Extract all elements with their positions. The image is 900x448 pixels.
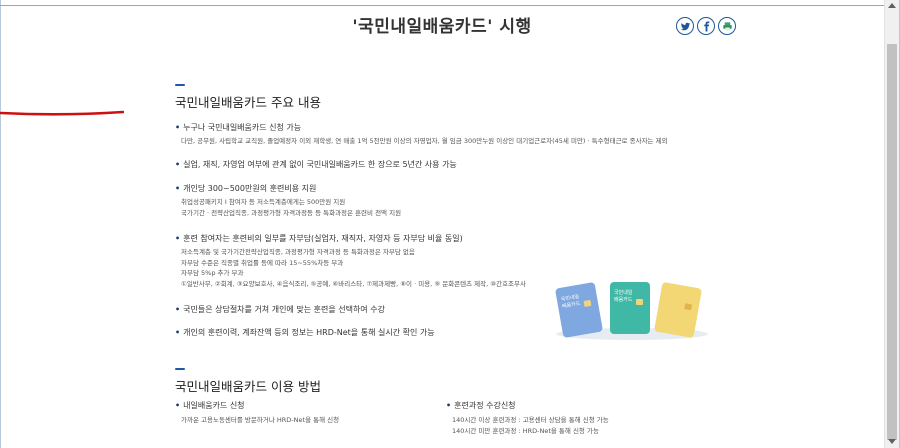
twitter-icon[interactable]: [676, 17, 694, 35]
item-head: 개인의 훈련이력, 계좌잔액 등의 정보는 HRD-Net을 통해 실시간 확인…: [175, 327, 434, 338]
card-yellow: [654, 282, 702, 338]
card-teal: 국민내일 배움카드: [610, 282, 650, 334]
item-sub: 140시간 이상 훈련과정 : 고용센터 상담을 통해 신청 가능: [452, 416, 609, 424]
item-sub: 취업성공패키지 I 참여자 등 저소득계층에게는 500만원 지원: [181, 198, 346, 206]
item-sub: 자부담 수준은 직종별 취업률 등에 따라 15~55%차등 부과: [181, 258, 344, 267]
section-accent-mark: [175, 84, 185, 86]
scroll-up-arrow-icon[interactable]: [888, 3, 896, 8]
list-item: 개인당 300~500만원의 훈련비용 지원 취업성공패키지 I 참여자 등 저…: [175, 183, 401, 218]
share-buttons: [676, 17, 736, 35]
section-title-main-contents: 국민내일배움카드 주요 내용: [175, 95, 321, 110]
card-label: 배움카드: [614, 296, 633, 303]
item-head: 국민들은 상담절차를 거쳐 개인에 맞는 훈련을 선택하여 수강: [175, 304, 385, 315]
list-item: 누구나 국민내일배움카드 신청 가능 다만, 공무원, 사립학교 교직원, 졸업…: [175, 122, 668, 147]
item-head: 내일배움카드 신청: [175, 400, 339, 411]
page-title: '국민내일배움카드' 시행: [352, 17, 532, 37]
scroll-down-arrow-icon[interactable]: [888, 439, 896, 444]
card-illustration: 국민내일 배움카드 국민내일 배움카드: [555, 282, 708, 340]
item-sub: 저소득계층 및 국가기간전략산업직종, 과정평가형 자격과정 등 특화과정은 자…: [181, 248, 415, 256]
list-item: 국민들은 상담절차를 거쳐 개인에 맞는 훈련을 선택하여 수강: [175, 304, 385, 315]
list-item-enroll: 훈련과정 수강신청 140시간 이상 훈련과정 : 고용센터 상담을 통해 신청…: [446, 400, 609, 436]
top-divider: [0, 5, 884, 6]
list-item: 개인의 훈련이력, 계좌잔액 등의 정보는 HRD-Net을 통해 실시간 확인…: [175, 327, 434, 338]
print-icon[interactable]: [718, 17, 736, 35]
list-item: 실업, 재직, 자영업 여부에 관계 없이 국민내일배움카드 한 장으로 5년간…: [175, 159, 457, 170]
facebook-icon[interactable]: [697, 17, 715, 35]
card-label: 국민내일: [614, 289, 633, 296]
item-sub: 가까운 고용노동센터를 방문하거나 HRD-Net을 통해 신청: [181, 416, 340, 424]
item-head: 실업, 재직, 자영업 여부에 관계 없이 국민내일배움카드 한 장으로 5년간…: [175, 159, 457, 170]
item-sub: 자부담 5%p 추가 부과: [181, 269, 244, 277]
card-blue: 국민내일 배움카드: [555, 282, 603, 338]
section-accent-mark: [175, 368, 185, 370]
section-how-to-use: 국민내일배움카드 이용 방법: [175, 368, 705, 395]
item-sub: ①일반사무, ②회계, ③요양보호사, ④음식조리, ⑤공예, ⑥바리스타, ⑦…: [181, 279, 526, 288]
vertical-scrollbar[interactable]: [884, 0, 899, 448]
item-head: 개인당 300~500만원의 훈련비용 지원: [175, 183, 401, 194]
section-main-contents: 국민내일배움카드 주요 내용: [175, 84, 705, 111]
item-sub: 다만, 공무원, 사립학교 교직원, 졸업예정자 이외 재학생, 연 매출 1억…: [181, 137, 668, 145]
item-head: 누구나 국민내일배움카드 신청 가능: [175, 122, 668, 133]
scrollbar-thumb[interactable]: [887, 44, 897, 440]
item-head: 훈련과정 수강신청: [446, 400, 609, 411]
list-item: 훈련 참여자는 훈련비의 일부를 자부담(실업자, 재직자, 자영자 등 자부담…: [175, 233, 526, 289]
item-sub: 140시간 미만 훈련과정 : HRD-Net을 통해 신청 가능: [452, 426, 599, 435]
item-head: 훈련 참여자는 훈련비의 일부를 자부담(실업자, 재직자, 자영자 등 자부담…: [175, 233, 526, 244]
section-title-how-to-use: 국민내일배움카드 이용 방법: [175, 379, 321, 394]
list-item-apply: 내일배움카드 신청 가까운 고용노동센터를 방문하거나 HRD-Net을 통해 …: [175, 400, 339, 426]
red-underline-annotation: [0, 110, 124, 116]
item-sub: 국가기간 · 전략산업직종, 과정평가형 자격과정등 등 특화과정은 훈련비 전…: [181, 208, 402, 217]
